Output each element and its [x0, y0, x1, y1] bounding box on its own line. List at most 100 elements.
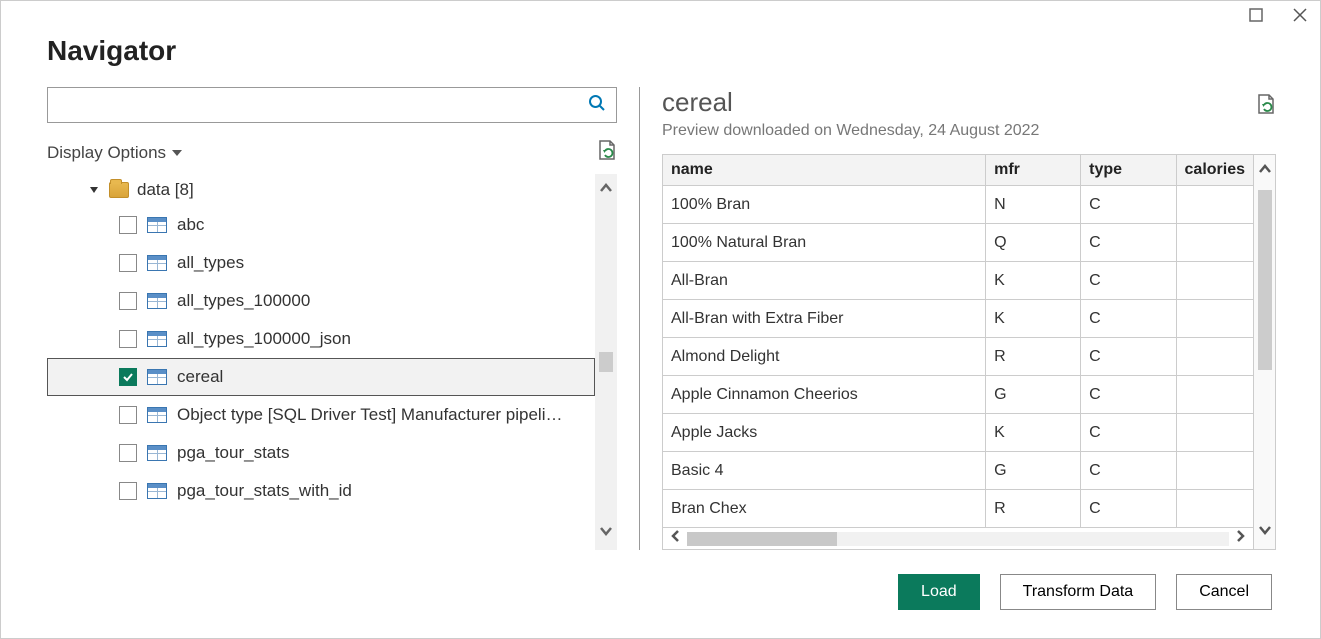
checkbox[interactable] — [119, 406, 137, 424]
tree-item-label: abc — [177, 215, 595, 235]
column-header[interactable]: mfr — [986, 155, 1081, 186]
maximize-button[interactable] — [1248, 7, 1264, 23]
column-header[interactable]: calories — [1176, 155, 1253, 186]
close-button[interactable] — [1292, 7, 1308, 23]
table-cell: C — [1081, 300, 1176, 338]
table-cell: C — [1081, 338, 1176, 376]
search-box[interactable] — [47, 87, 617, 123]
tree-item[interactable]: pga_tour_stats_with_id — [47, 472, 595, 510]
table-cell: K — [986, 300, 1081, 338]
display-options-label: Display Options — [47, 143, 166, 163]
tree-item[interactable]: all_types_100000 — [47, 282, 595, 320]
navigator-dialog: Navigator Display Options — [0, 0, 1321, 639]
checkbox[interactable] — [119, 330, 137, 348]
table-cell — [1176, 376, 1253, 414]
table-cell — [1176, 224, 1253, 262]
tree-item-label: pga_tour_stats_with_id — [177, 481, 595, 501]
search-icon[interactable] — [588, 94, 606, 117]
table-cell: 100% Bran — [663, 186, 986, 224]
scroll-down-icon[interactable] — [598, 523, 614, 544]
scroll-right-icon[interactable] — [1233, 529, 1247, 548]
cancel-button[interactable]: Cancel — [1176, 574, 1272, 610]
table-cell: C — [1081, 452, 1176, 490]
scroll-thumb[interactable] — [1258, 190, 1272, 370]
table-cell — [1176, 338, 1253, 376]
tree-item[interactable]: cereal — [47, 358, 595, 396]
footer: Load Transform Data Cancel — [1, 550, 1320, 638]
tree-item-label: pga_tour_stats — [177, 443, 595, 463]
table-icon — [147, 293, 167, 309]
tree-scrollbar[interactable] — [595, 174, 617, 550]
tree-item[interactable]: abc — [47, 206, 595, 244]
table-cell: C — [1081, 224, 1176, 262]
table-icon — [147, 255, 167, 271]
table-cell: Almond Delight — [663, 338, 986, 376]
table-icon — [147, 331, 167, 347]
table-cell: Q — [986, 224, 1081, 262]
checkbox[interactable] — [119, 482, 137, 500]
table-cell — [1176, 414, 1253, 452]
tree-root-label: data [8] — [137, 180, 194, 200]
table-row[interactable]: Almond DelightRC — [663, 338, 1254, 376]
checkbox[interactable] — [119, 216, 137, 234]
table-cell: Bran Chex — [663, 490, 986, 528]
column-header[interactable]: type — [1081, 155, 1176, 186]
table-row[interactable]: Basic 4GC — [663, 452, 1254, 490]
table-cell: R — [986, 490, 1081, 528]
refresh-preview-icon[interactable] — [1256, 93, 1276, 120]
table-icon — [147, 407, 167, 423]
table-cell: G — [986, 376, 1081, 414]
table-v-scrollbar[interactable] — [1254, 154, 1276, 550]
table-row[interactable]: 100% Natural BranQC — [663, 224, 1254, 262]
tree-item-label: cereal — [177, 367, 594, 387]
refresh-preview-icon[interactable] — [597, 139, 617, 166]
collapse-caret-icon[interactable] — [89, 184, 101, 196]
table-row[interactable]: 100% BranNC — [663, 186, 1254, 224]
tree-root-item[interactable]: data [8] — [47, 174, 595, 206]
titlebar — [1, 1, 1320, 29]
scroll-thumb[interactable] — [599, 352, 613, 372]
table-row[interactable]: Apple Cinnamon CheeriosGC — [663, 376, 1254, 414]
chevron-down-icon — [172, 143, 182, 163]
left-pane: Display Options data [8] — [47, 87, 617, 550]
scroll-thumb[interactable] — [687, 532, 837, 546]
tree-item[interactable]: Object type [SQL Driver Test] Manufactur… — [47, 396, 595, 434]
tree-item[interactable]: all_types_100000_json — [47, 320, 595, 358]
display-options-dropdown[interactable]: Display Options — [47, 143, 182, 163]
table-cell: N — [986, 186, 1081, 224]
load-button[interactable]: Load — [898, 574, 980, 610]
table-cell — [1176, 300, 1253, 338]
checkbox[interactable] — [119, 254, 137, 272]
page-title: Navigator — [47, 35, 1274, 67]
table-row[interactable]: All-BranKC — [663, 262, 1254, 300]
scroll-left-icon[interactable] — [669, 529, 683, 548]
table-cell: C — [1081, 490, 1176, 528]
table-cell — [1176, 490, 1253, 528]
tree-item[interactable]: all_types — [47, 244, 595, 282]
table-cell: C — [1081, 186, 1176, 224]
column-header[interactable]: name — [663, 155, 986, 186]
table-h-scrollbar[interactable] — [662, 528, 1254, 550]
checkbox[interactable] — [119, 292, 137, 310]
scroll-down-icon[interactable] — [1257, 522, 1273, 543]
checkbox[interactable] — [119, 368, 137, 386]
table-cell: Basic 4 — [663, 452, 986, 490]
table-row[interactable]: All-Bran with Extra FiberKC — [663, 300, 1254, 338]
table-cell: K — [986, 414, 1081, 452]
preview-table: namemfrtypecalories 100% BranNC100% Natu… — [662, 154, 1254, 528]
scroll-up-icon[interactable] — [1257, 161, 1273, 182]
tree-item-label: all_types_100000 — [177, 291, 595, 311]
table-cell — [1176, 262, 1253, 300]
checkbox[interactable] — [119, 444, 137, 462]
header: Navigator — [1, 29, 1320, 87]
table-row[interactable]: Apple JacksKC — [663, 414, 1254, 452]
tree-item-label: Object type [SQL Driver Test] Manufactur… — [177, 405, 595, 425]
scroll-up-icon[interactable] — [598, 180, 614, 201]
transform-data-button[interactable]: Transform Data — [1000, 574, 1157, 610]
table-cell: 100% Natural Bran — [663, 224, 986, 262]
nav-tree: data [8] abc all_types all_types_100000all… — [47, 174, 595, 550]
table-icon — [147, 483, 167, 499]
table-row[interactable]: Bran ChexRC — [663, 490, 1254, 528]
search-input[interactable] — [58, 97, 588, 114]
tree-item[interactable]: pga_tour_stats — [47, 434, 595, 472]
